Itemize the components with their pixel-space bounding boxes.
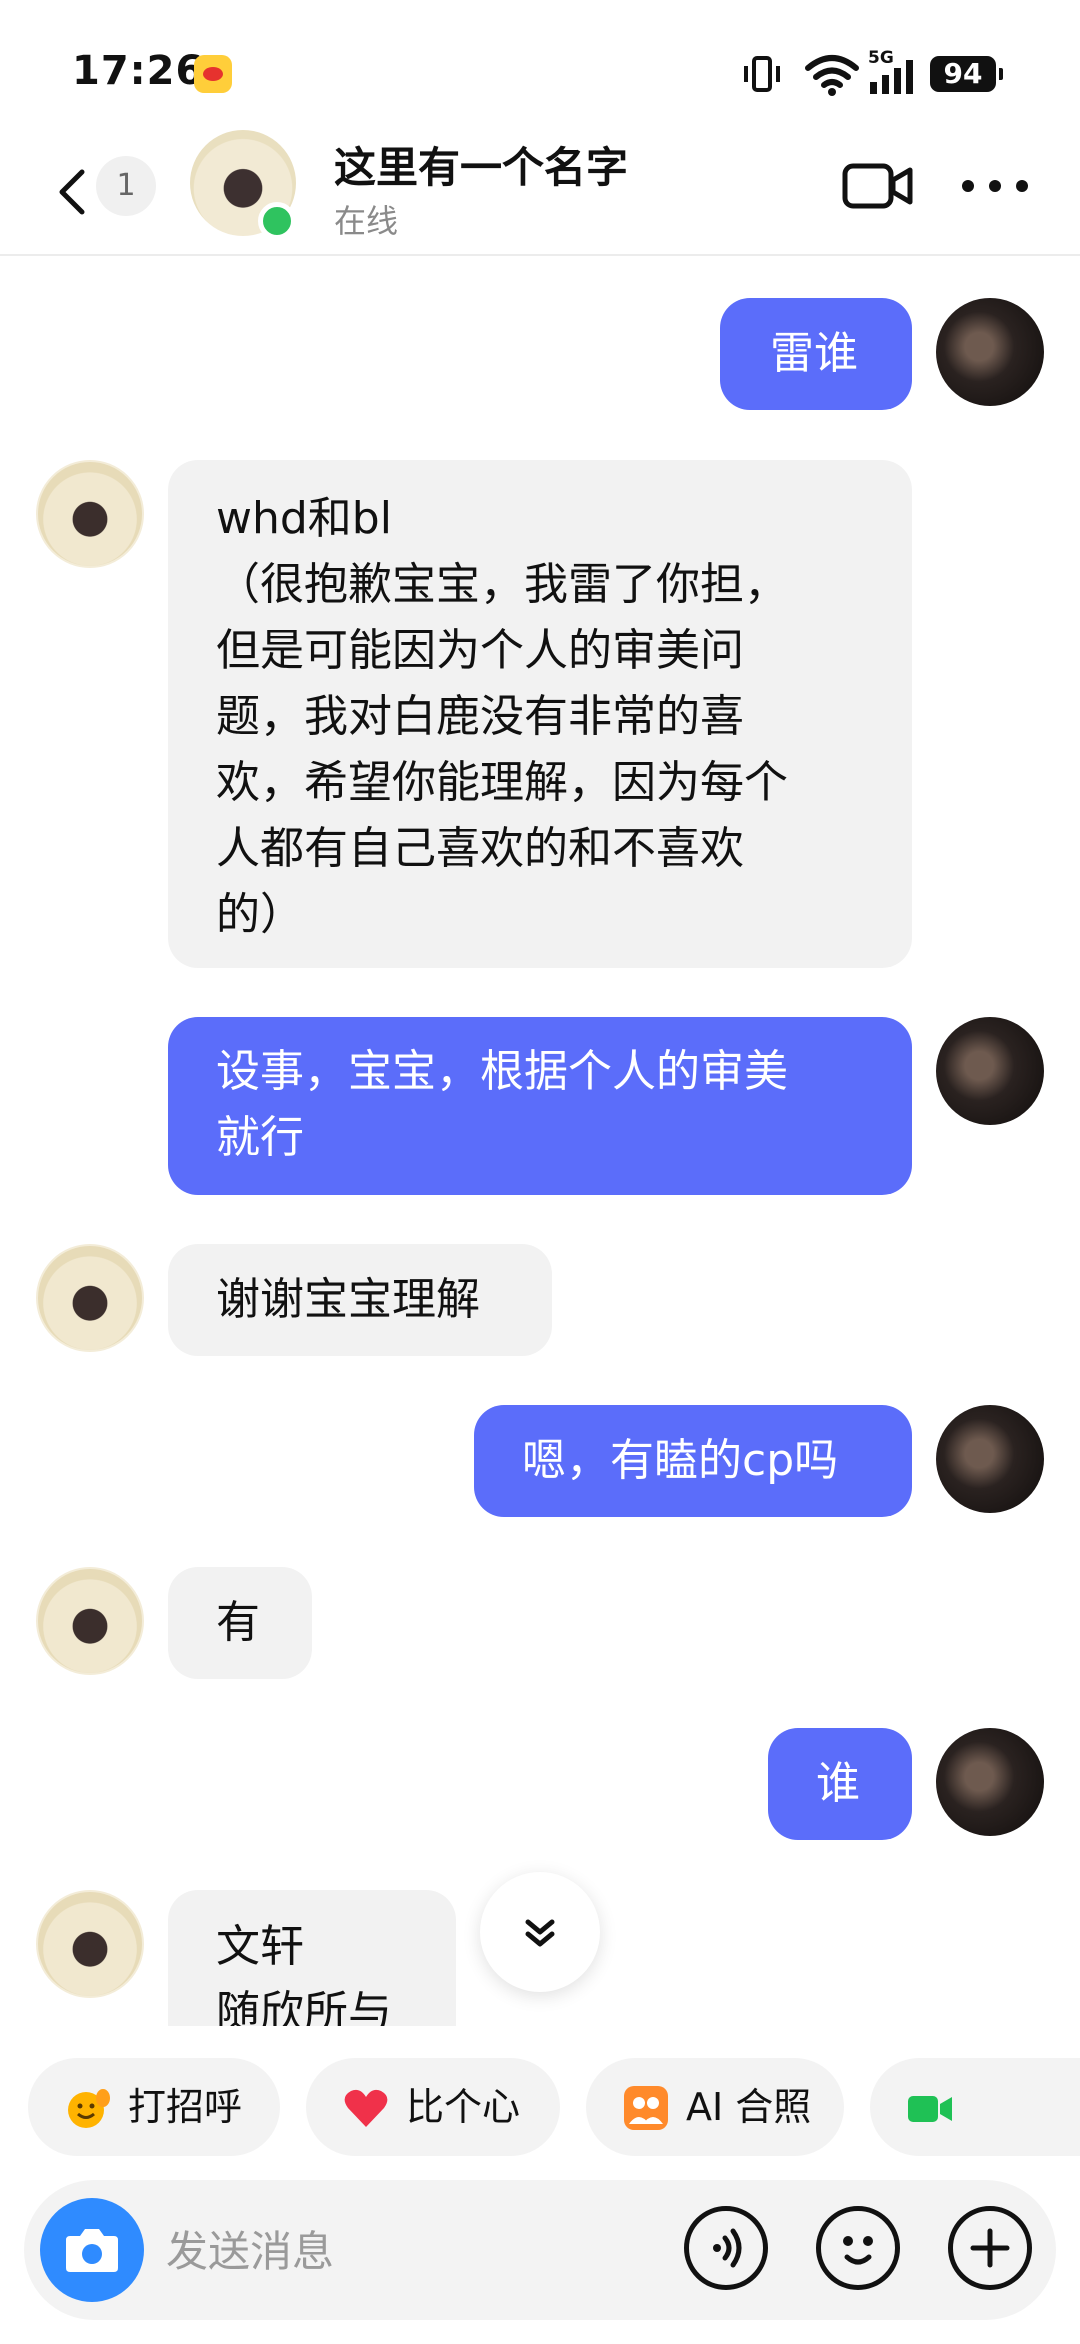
voice-button[interactable]	[684, 2206, 768, 2290]
quick-action-ai-photo[interactable]: AI 合照	[586, 2058, 844, 2156]
message-bubble-received[interactable]: 文轩 随欣所与	[168, 1890, 456, 2026]
message-bubble-received[interactable]: 有	[168, 1567, 312, 1679]
quick-actions-bar: 打招呼 比个心 AI 合照	[0, 2026, 1080, 2156]
message-bubble-sent[interactable]: 谁	[768, 1728, 912, 1840]
contact-status: 在线	[334, 202, 399, 240]
message-bubble-sent[interactable]: 设事，宝宝，根据个人的审美 就行	[168, 1017, 912, 1195]
status-time: 17:26	[72, 48, 205, 94]
weibo-notification-icon	[194, 55, 232, 93]
my-avatar[interactable]	[936, 1728, 1044, 1836]
chevron-double-down-icon	[525, 1919, 555, 1947]
message-clip: 文轩 随欣所与	[168, 1890, 468, 2026]
contact-name[interactable]: 这里有一个名字	[334, 134, 628, 195]
quick-action-label: 比个心	[406, 2085, 521, 2129]
more-options-button[interactable]	[962, 174, 1028, 198]
status-bar: 17:26 5G 94	[0, 0, 1080, 130]
wave-emoji-icon	[68, 2089, 110, 2128]
back-button[interactable]	[52, 168, 92, 216]
my-avatar[interactable]	[936, 1017, 1044, 1125]
unread-count-badge[interactable]: 1	[96, 156, 156, 216]
quick-action-label: AI 合照	[686, 2085, 812, 2129]
heart-icon	[344, 2089, 388, 2127]
message-bubble-sent[interactable]: 嗯，有瞌的cp吗	[474, 1405, 912, 1517]
contact-message-avatar[interactable]	[36, 1567, 144, 1675]
my-avatar[interactable]	[936, 1405, 1044, 1513]
chat-header: 1 这里有一个名字 在线	[0, 130, 1080, 256]
video-call-icon	[908, 2096, 952, 2122]
online-status-dot	[258, 202, 296, 240]
message-input-bar	[24, 2180, 1056, 2320]
plus-icon	[970, 2228, 1010, 2268]
quick-action-heart[interactable]: 比个心	[306, 2058, 560, 2156]
vibrate-icon	[744, 56, 780, 92]
signal-icon	[870, 60, 913, 94]
contact-message-avatar[interactable]	[36, 460, 144, 568]
video-call-button[interactable]	[842, 158, 914, 214]
emoji-button[interactable]	[816, 2206, 900, 2290]
quick-action-label: 打招呼	[128, 2085, 243, 2129]
message-bubble-received[interactable]: 谢谢宝宝理解	[168, 1244, 552, 1356]
camera-button[interactable]	[40, 2198, 144, 2302]
my-avatar[interactable]	[936, 298, 1044, 406]
ai-photo-icon	[624, 2086, 668, 2130]
message-input[interactable]	[164, 2200, 688, 2302]
message-bubble-received[interactable]: whd和bl （很抱歉宝宝，我雷了你担， 但是可能因为个人的审美问 题，我对白鹿…	[168, 460, 912, 968]
contact-message-avatar[interactable]	[36, 1244, 144, 1352]
wifi-icon	[805, 55, 859, 96]
scroll-to-bottom-button[interactable]	[480, 1872, 600, 1992]
camera-icon	[66, 2229, 118, 2272]
battery-indicator: 94	[930, 56, 1003, 92]
voice-icon	[713, 2228, 742, 2268]
message-bubble-sent[interactable]: 雷谁	[720, 298, 912, 410]
contact-message-avatar[interactable]	[36, 1890, 144, 1998]
more-actions-button[interactable]	[948, 2206, 1032, 2290]
quick-action-greet[interactable]: 打招呼	[28, 2058, 280, 2156]
quick-action-video[interactable]	[870, 2058, 1080, 2156]
emoji-icon	[843, 2236, 873, 2265]
